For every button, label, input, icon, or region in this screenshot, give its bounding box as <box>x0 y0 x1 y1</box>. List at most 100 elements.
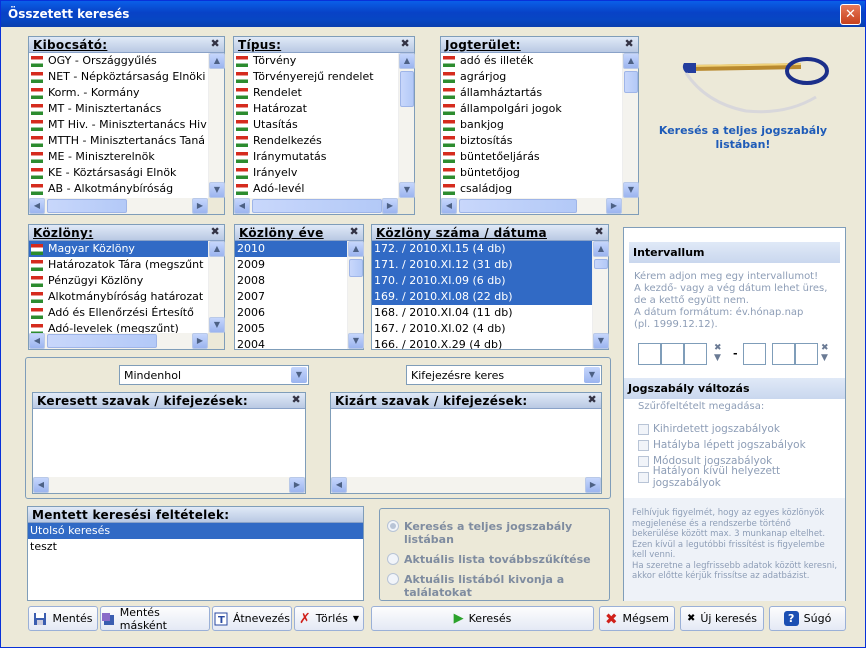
list-item[interactable]: 172. / 2010.XI.15 (4 db) <box>372 241 592 257</box>
list-item[interactable]: 2008 <box>235 273 347 289</box>
scroll-up-icon[interactable]: ▲ <box>348 241 364 257</box>
clear-icon[interactable]: ✖ <box>210 225 220 238</box>
scope-select[interactable]: Mindenhol ▼ <box>119 365 309 385</box>
list-item[interactable]: Adó-levelek (megszűnt) <box>29 321 208 333</box>
list-item[interactable]: Utasítás <box>234 117 398 133</box>
clear-icon[interactable]: ✖ <box>624 37 634 50</box>
save-button[interactable]: Mentés <box>28 606 98 631</box>
end-year-field[interactable] <box>743 343 766 365</box>
kozlony-szama-vscroll[interactable]: ▲ ▼ <box>592 241 609 349</box>
list-item[interactable]: adó és illeték <box>441 53 622 69</box>
scroll-thumb[interactable] <box>459 199 577 213</box>
start-year-field[interactable] <box>638 343 661 365</box>
delete-button[interactable]: ✗ Törlés ▼ <box>294 606 364 631</box>
scroll-thumb[interactable] <box>349 259 363 277</box>
scroll-up-icon[interactable]: ▲ <box>593 241 609 257</box>
list-item[interactable]: 2007 <box>235 289 347 305</box>
scroll-down-icon[interactable]: ▼ <box>399 182 415 198</box>
clear-icon[interactable]: ✖ <box>291 393 301 406</box>
list-item[interactable]: Adó-levél <box>234 181 398 197</box>
save-as-button[interactable]: Mentés másként <box>100 606 210 632</box>
list-item[interactable]: biztosítás <box>441 133 622 149</box>
jogterulet-vscroll[interactable]: ▲ ▼ <box>622 53 639 198</box>
scroll-right-icon[interactable]: ▶ <box>192 333 208 349</box>
scroll-thumb[interactable] <box>400 71 414 107</box>
list-item[interactable]: állampolgári jogok <box>441 101 622 117</box>
scroll-left-icon[interactable]: ◀ <box>441 198 457 214</box>
checkbox-icon[interactable] <box>638 439 649 451</box>
list-item[interactable]: 166. / 2010.X.29 (4 db) <box>372 337 592 349</box>
radio-full-list[interactable]: Keresés a teljes jogszabály listában <box>387 520 603 546</box>
checkbox-kihirdetett[interactable]: Kihirdetett jogszabályok <box>638 421 845 437</box>
end-month-field[interactable] <box>772 343 795 365</box>
list-item[interactable]: Rendelkezés <box>234 133 398 149</box>
jogterulet-hscroll[interactable]: ◀ ▶ <box>441 198 622 214</box>
radio-icon[interactable] <box>387 573 399 585</box>
checkbox-hatalyon-kivul[interactable]: Hatályon kívül helyezett jogszabályok <box>638 465 845 489</box>
tipus-hscroll[interactable]: ◀ ▶ <box>234 198 398 214</box>
scroll-thumb[interactable] <box>594 259 608 269</box>
list-item[interactable]: ME - Miniszterelnök <box>29 149 208 165</box>
scroll-right-icon[interactable]: ▶ <box>289 477 305 493</box>
list-item[interactable]: 168. / 2010.XI.04 (11 db) <box>372 305 592 321</box>
checkbox-hatalyba[interactable]: Hatályba lépett jogszabályok <box>638 437 845 453</box>
list-item[interactable]: 2010 <box>235 241 347 257</box>
list-item[interactable]: OGY - Országgyűlés <box>29 53 208 69</box>
scroll-right-icon[interactable]: ▶ <box>585 477 601 493</box>
scroll-right-icon[interactable]: ▶ <box>382 198 398 214</box>
list-item[interactable]: KE - Köztársasági Elnök <box>29 165 208 181</box>
list-item[interactable]: Törvény <box>234 53 398 69</box>
list-item[interactable]: Irányelv <box>234 165 398 181</box>
list-item[interactable]: 2004 <box>235 337 347 349</box>
list-item[interactable]: NET - Népköztársaság Elnöki <box>29 69 208 85</box>
radio-icon[interactable] <box>387 520 399 532</box>
scroll-down-icon[interactable]: ▼ <box>623 182 639 198</box>
scroll-left-icon[interactable]: ◀ <box>33 477 49 493</box>
kizart-textarea[interactable] <box>331 409 601 477</box>
list-item[interactable]: 167. / 2010.XI.02 (4 db) <box>372 321 592 337</box>
list-item[interactable]: MT - Minisztertanács <box>29 101 208 117</box>
list-item[interactable]: Iránymutatás <box>234 149 398 165</box>
list-item[interactable]: MTTH - Minisztertanács Taná <box>29 133 208 149</box>
kibocsato-vscroll[interactable]: ▲ ▼ <box>208 53 225 198</box>
kozlony-szama-list[interactable]: 172. / 2010.XI.15 (4 db) 171. / 2010.XI.1… <box>372 241 592 349</box>
promo-text[interactable]: Keresés a teljes jogszabály listában! <box>653 124 833 152</box>
start-month-field[interactable] <box>661 343 684 365</box>
scroll-thumb[interactable] <box>252 199 382 213</box>
list-item[interactable]: Alkotmánybíróság határozat <box>29 289 208 305</box>
kibocsato-list[interactable]: OGY - Országgyűlés NET - Népköztársaság E… <box>29 53 208 198</box>
scroll-left-icon[interactable]: ◀ <box>29 198 45 214</box>
kozlony-vscroll[interactable]: ▲ ▼ <box>208 241 225 333</box>
help-button[interactable]: ? Súgó <box>769 606 846 631</box>
kozlony-hscroll[interactable]: ◀ ▶ <box>29 333 208 349</box>
scroll-down-icon[interactable]: ▼ <box>209 317 225 333</box>
keresett-hscroll[interactable]: ◀ ▶ <box>33 477 305 493</box>
list-item[interactable]: családjog <box>441 181 622 197</box>
mode-select[interactable]: Kifejezésre keres ▼ <box>406 365 602 385</box>
kizart-hscroll[interactable]: ◀ ▶ <box>331 477 601 493</box>
keresett-textarea[interactable] <box>33 409 305 477</box>
list-item[interactable]: MT Hiv. - Minisztertanács Hiv <box>29 117 208 133</box>
start-day-field[interactable] <box>684 343 707 365</box>
list-item[interactable]: 169. / 2010.XI.08 (22 db) <box>372 289 592 305</box>
scroll-left-icon[interactable]: ◀ <box>331 477 347 493</box>
scroll-down-icon[interactable]: ▼ <box>209 182 225 198</box>
clear-icon[interactable]: ✖ <box>210 37 220 50</box>
scroll-up-icon[interactable]: ▲ <box>399 53 415 69</box>
list-item[interactable]: 2006 <box>235 305 347 321</box>
scroll-thumb[interactable] <box>47 199 127 213</box>
kozlony-list[interactable]: Magyar Közlöny Határozatok Tára (megszűnt… <box>29 241 208 333</box>
close-button[interactable]: ✕ <box>840 4 861 25</box>
scroll-thumb[interactable] <box>624 71 638 93</box>
list-item[interactable]: Magyar Közlöny <box>29 241 208 257</box>
clear-icon[interactable]: ✖ <box>587 393 597 406</box>
scroll-left-icon[interactable]: ◀ <box>29 333 45 349</box>
list-item[interactable]: büntetőjog <box>441 165 622 181</box>
scroll-thumb[interactable] <box>47 334 157 348</box>
new-search-button[interactable]: ✖ Új keresés <box>680 606 764 631</box>
scroll-down-icon[interactable]: ▼ <box>593 333 609 349</box>
checkbox-icon[interactable] <box>638 455 649 467</box>
tipus-vscroll[interactable]: ▲ ▼ <box>398 53 415 198</box>
list-item[interactable]: agrárjog <box>441 69 622 85</box>
radio-narrow[interactable]: Aktuális lista továbbszűkítése <box>387 553 603 566</box>
